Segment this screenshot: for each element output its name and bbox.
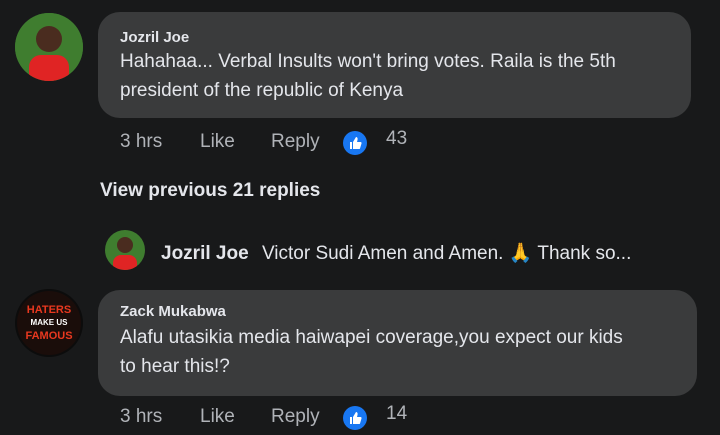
reply-button[interactable]: Reply [271,131,320,153]
thumbs-up-icon[interactable] [343,406,367,430]
praying-hands-icon: 🙏 [508,243,533,264]
comment-author[interactable]: Zack Mukabwa [120,303,226,320]
avatar-jozril[interactable] [15,13,83,81]
comment-time[interactable]: 3 hrs [120,131,162,153]
view-previous-replies[interactable]: View previous 21 replies [100,180,320,202]
reply-preview[interactable]: Jozril Joe Victor Sudi Amen and Amen. 🙏 … [161,241,631,265]
like-button[interactable]: Like [200,406,235,428]
reaction-count[interactable]: 14 [386,403,407,425]
avatar-zack[interactable]: HATERS MAKE US FAMOUS [15,289,83,357]
avatar-jozril-small[interactable] [105,230,145,270]
reply-text: Victor Sudi Amen and Amen. [261,243,504,264]
avatar-text-famous: FAMOUS [25,330,72,342]
reply-author[interactable]: Jozril Joe [161,243,249,264]
reply-trail: Thank so... [537,243,632,264]
avatar-text-haters: HATERS [27,304,71,316]
avatar-text-make-us: MAKE US [31,318,69,327]
like-button[interactable]: Like [200,131,235,153]
comment-time[interactable]: 3 hrs [120,406,162,428]
reply-button[interactable]: Reply [271,406,320,428]
comment-text-line2: president of the republic of Kenya [120,80,404,101]
reaction-count[interactable]: 43 [386,128,407,150]
comment-text-line2: to hear this!? [120,356,230,377]
comment-text-line1: Alafu utasikia media haiwapei coverage,y… [120,327,623,348]
thumbs-up-icon[interactable] [343,131,367,155]
comment-author[interactable]: Jozril Joe [120,29,189,46]
comment-text-line1: Hahahaa... Verbal Insults won't bring vo… [120,51,616,72]
